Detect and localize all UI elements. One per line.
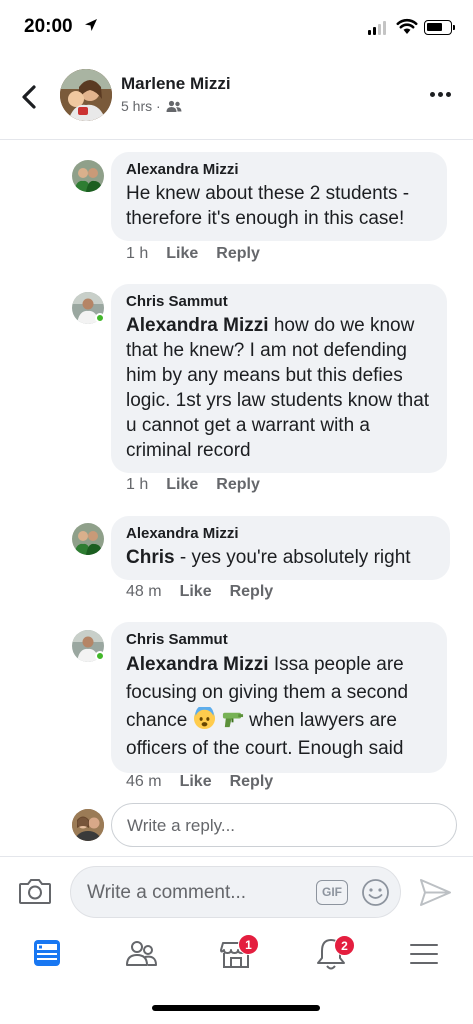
comment-time: 1 h [126, 245, 149, 262]
more-dot-icon [430, 92, 435, 97]
reply-button[interactable]: Reply [230, 583, 274, 601]
battery-icon [424, 20, 452, 35]
online-status-dot [95, 651, 105, 661]
cellular-signal-icon [368, 21, 386, 35]
comment-author[interactable]: Alexandra Mizzi [126, 161, 433, 179]
comment-author[interactable]: Alexandra Mizzi [126, 525, 436, 543]
like-button[interactable]: Like [166, 476, 198, 494]
news-feed-icon [34, 940, 60, 966]
mention-link[interactable]: Alexandra Mizzi [126, 315, 269, 336]
commenter-avatar[interactable] [72, 160, 104, 192]
marketplace-badge: 1 [238, 934, 259, 955]
chevron-left-icon [22, 85, 36, 109]
comment: Chris Sammut Alexandra Mizzi Issa people… [0, 622, 473, 798]
comment-text: Alexandra Mizzi Issa people are focusing… [126, 654, 409, 759]
reply-button[interactable]: Reply [230, 773, 274, 791]
status-time: 20:00 [24, 16, 73, 37]
comment: Alexandra Mizzi He knew about these 2 st… [0, 152, 473, 270]
water-pistol-emoji-icon [222, 712, 243, 728]
comment: Alexandra Mizzi Chris - yes you're absol… [0, 516, 473, 612]
like-button[interactable]: Like [180, 583, 212, 601]
tab-marketplace[interactable]: 1 [216, 934, 259, 974]
comment-text: Alexandra Mizzi how do we know that he k… [126, 315, 430, 461]
tab-news-feed[interactable] [27, 934, 67, 974]
comment-actions: 1 h Like Reply [126, 245, 260, 263]
comment-placeholder: Write a comment... [87, 882, 247, 903]
bottom-tab-bar: 1 2 [0, 926, 473, 984]
tab-notifications[interactable]: 2 [311, 934, 355, 974]
post-time: 5 hrs · [121, 98, 161, 114]
comment-actions: 1 h Like Reply [126, 476, 260, 494]
comment-time: 48 m [126, 583, 162, 600]
comment-bubble[interactable]: Alexandra Mizzi He knew about these 2 st… [111, 152, 447, 241]
online-status-dot [95, 313, 105, 323]
comment-actions: 46 m Like Reply [126, 773, 273, 791]
reply-button[interactable]: Reply [216, 476, 260, 494]
comment-input[interactable]: Write a comment... GIF [70, 866, 401, 918]
wifi-icon [396, 18, 418, 34]
emoji-picker-icon[interactable] [361, 878, 390, 907]
location-arrow-icon [85, 19, 97, 31]
comment-composer: Write a comment... GIF [0, 856, 473, 926]
reply-button[interactable]: Reply [216, 245, 260, 263]
friends-audience-icon [166, 100, 182, 112]
author-name[interactable]: Marlene Mizzi [121, 74, 231, 94]
mention-link[interactable]: Alexandra Mizzi [126, 654, 269, 675]
fearful-face-emoji-icon [193, 707, 215, 730]
comment-time: 1 h [126, 476, 149, 493]
comment-time: 46 m [126, 773, 162, 790]
author-avatar[interactable] [60, 69, 112, 121]
menu-icon [410, 944, 438, 964]
comment-actions: 48 m Like Reply [126, 583, 273, 601]
home-indicator[interactable] [152, 1005, 320, 1011]
comment-author[interactable]: Chris Sammut [126, 631, 433, 649]
notifications-badge: 2 [334, 935, 355, 956]
comment-bubble[interactable]: Chris Sammut Alexandra Mizzi Issa people… [111, 622, 447, 773]
comment: Chris Sammut Alexandra Mizzi how do we k… [0, 284, 473, 504]
comment-bubble[interactable]: Chris Sammut Alexandra Mizzi how do we k… [111, 284, 447, 473]
commenter-avatar[interactable] [72, 523, 104, 555]
comment-bubble[interactable]: Alexandra Mizzi Chris - yes you're absol… [111, 516, 450, 580]
comment-text: Chris - yes you're absolutely right [126, 547, 411, 568]
tab-menu[interactable] [404, 934, 444, 974]
status-bar: 20:00 [0, 0, 473, 58]
post-meta: 5 hrs · [121, 98, 182, 114]
tab-friends[interactable] [122, 934, 162, 974]
reply-input[interactable]: Write a reply... [111, 803, 457, 847]
friends-icon [126, 941, 157, 966]
like-button[interactable]: Like [166, 245, 198, 263]
reply-row: Write a reply... [0, 802, 473, 848]
like-button[interactable]: Like [180, 773, 212, 791]
mention-link[interactable]: Chris [126, 547, 175, 568]
camera-icon[interactable] [18, 876, 52, 906]
back-button[interactable] [14, 80, 44, 114]
current-user-avatar [72, 809, 104, 841]
post-header: Marlene Mizzi 5 hrs · [0, 58, 473, 140]
gif-button[interactable]: GIF [316, 880, 348, 905]
comment-text: He knew about these 2 students - therefo… [126, 183, 410, 229]
send-icon[interactable] [419, 878, 452, 907]
comment-author[interactable]: Chris Sammut [126, 293, 433, 311]
more-options-button[interactable] [430, 92, 451, 97]
